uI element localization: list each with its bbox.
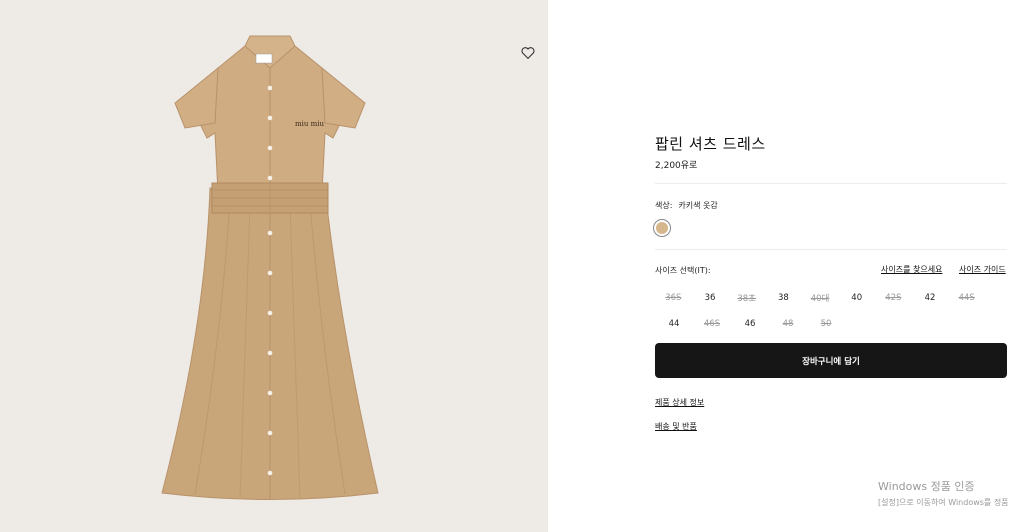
product-info-panel: 팝린 셔츠 드레스 2,200유로 색상: 카키색 옷감 사이즈 선택(IT):… — [548, 0, 1024, 532]
size-options: 36S 36 38초 38 40대 40 42S 42 44S 44 46S 46 48 50 — [655, 285, 985, 337]
size-option[interactable]: 40 — [838, 293, 875, 303]
watermark-line2: [설정]으로 이동하여 Windows를 정품 — [878, 498, 1009, 507]
add-to-cart-button[interactable]: 장바구니에 담기 — [655, 343, 1007, 378]
divider — [655, 249, 1007, 250]
size-label: 사이즈 선택(IT): — [655, 266, 711, 275]
find-size-link[interactable]: 사이즈를 찾으세요 — [881, 264, 942, 275]
divider — [655, 183, 1007, 184]
product-image-panel: miu miu — [0, 0, 548, 532]
size-option[interactable]: 46 — [731, 319, 769, 329]
color-value: 카키색 옷감 — [678, 201, 718, 210]
size-option: 40대 — [810, 294, 830, 304]
size-option: 50 — [820, 319, 832, 329]
size-row: 36S 36 38초 38 40대 40 42S 42 44S — [655, 285, 985, 311]
shipping-returns-link[interactable]: 배송 및 반품 — [655, 421, 697, 432]
size-row: 44 46S 46 48 50 — [655, 311, 985, 337]
color-label: 색상: — [655, 201, 673, 210]
color-swatch-fill — [656, 222, 668, 234]
product-details-link[interactable]: 제품 상세 정보 — [655, 397, 704, 408]
heart-icon[interactable] — [520, 45, 536, 61]
size-option: 44S — [958, 293, 975, 303]
size-option: 48 — [782, 319, 794, 329]
windows-activation-watermark: Windows 정품 인증 [설정]으로 이동하여 Windows를 정품 — [878, 478, 1009, 508]
size-option[interactable]: 42 — [912, 293, 949, 303]
size-option: 36S — [665, 293, 682, 303]
watermark-line1: Windows 정품 인증 — [878, 480, 975, 493]
size-option: 42S — [885, 293, 902, 303]
size-guide-link[interactable]: 사이즈 가이드 — [959, 264, 1006, 275]
size-option[interactable]: 38 — [765, 293, 802, 303]
product-price: 2,200유로 — [655, 161, 698, 171]
color-swatch[interactable] — [653, 219, 671, 237]
logo-embroidery: miu miu — [295, 120, 324, 128]
size-option[interactable]: 44 — [655, 319, 693, 329]
size-option: 38초 — [737, 294, 756, 304]
product-image[interactable]: miu miu — [150, 28, 390, 508]
product-title: 팝린 셔츠 드레스 — [655, 135, 766, 153]
size-option: 46S — [703, 319, 721, 329]
color-info: 색상: 카키색 옷감 — [655, 200, 718, 211]
size-option[interactable]: 36 — [692, 293, 729, 303]
